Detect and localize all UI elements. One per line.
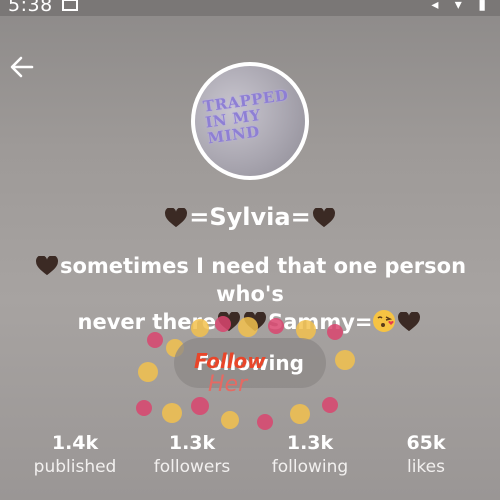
image-notification-icon <box>62 0 78 11</box>
kiss-emoji-icon <box>373 310 396 332</box>
status-bar: 5:38 ◂ ▾ ▮ <box>0 0 500 16</box>
stat-label: published <box>33 457 117 477</box>
stat-label: followers <box>153 457 231 477</box>
following-button[interactable]: Following <box>174 338 326 388</box>
stat-label: following <box>271 457 349 477</box>
bio-line-1: sometimes I need that one person who's <box>59 254 467 306</box>
stat-value: 1.3k <box>286 432 334 454</box>
avatar-text: TRAPPED IN MY MIND <box>201 85 290 148</box>
profile-stats: 1.4k published 1.3k followers 1.3k follo… <box>0 432 500 492</box>
back-arrow-icon[interactable] <box>8 53 36 81</box>
stat-value: 1.3k <box>168 432 216 454</box>
avatar[interactable]: TRAPPED IN MY MIND <box>191 62 309 180</box>
black-heart-icon <box>165 208 188 228</box>
avatar-image: TRAPPED IN MY MIND <box>195 66 305 176</box>
stat-value: 1.4k <box>51 432 99 454</box>
stat-followers[interactable]: 1.3k followers <box>132 432 252 477</box>
stat-following[interactable]: 1.3k following <box>250 432 370 477</box>
black-heart-icon <box>312 208 335 228</box>
stat-published[interactable]: 1.4k published <box>15 432 135 477</box>
stat-value: 65k <box>406 432 446 454</box>
profile-name: =Sylvia= <box>0 203 500 231</box>
status-time: 5:38 <box>8 0 53 16</box>
status-icons: ◂ ▾ ▮ <box>431 0 492 13</box>
stat-likes[interactable]: 65k likes <box>366 432 486 477</box>
stat-label: likes <box>406 457 445 477</box>
black-heart-icon <box>398 312 421 332</box>
black-heart-icon <box>35 256 58 276</box>
profile-name-text: =Sylvia= <box>189 203 311 231</box>
